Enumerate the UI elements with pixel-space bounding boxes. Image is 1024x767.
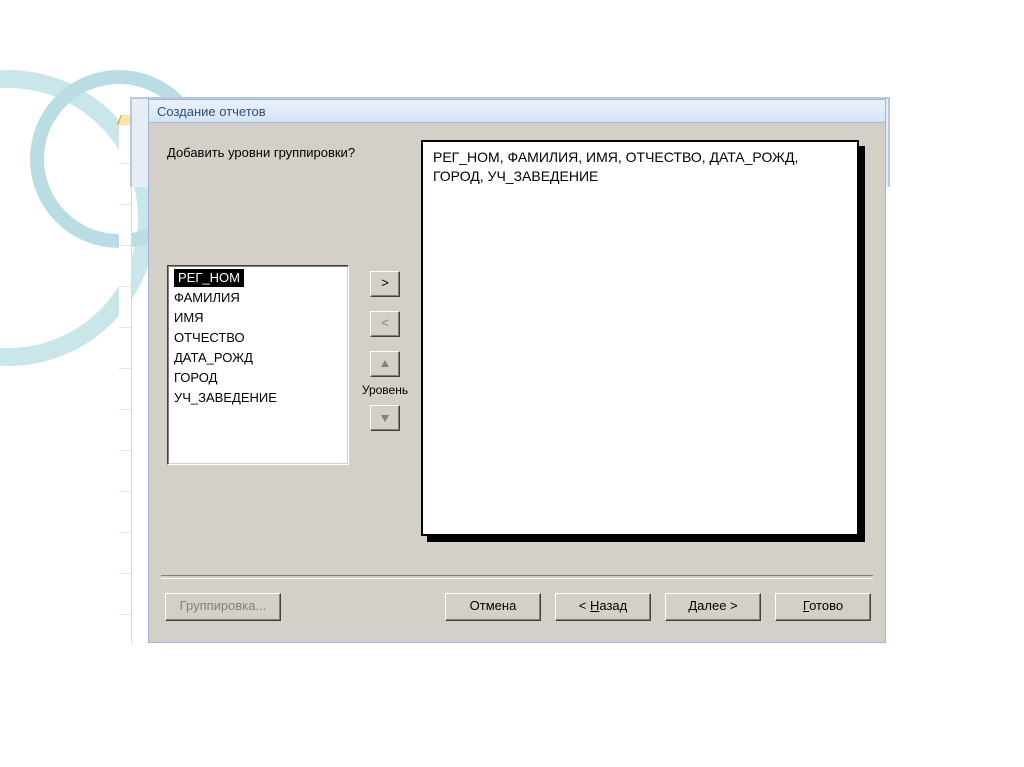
list-item[interactable]: ФАМИЛИЯ xyxy=(168,288,348,308)
list-item[interactable]: РЕГ_НОМ xyxy=(168,268,348,288)
grouping-preview-panel: РЕГ_НОМ, ФАМИЛИЯ, ИМЯ, ОТЧЕСТВО, ДАТА_РО… xyxy=(421,140,859,536)
back-button[interactable]: < Назад xyxy=(555,593,651,621)
list-item-label: ГОРОД xyxy=(174,370,217,385)
priority-up-button[interactable] xyxy=(370,351,400,377)
grouping-prompt: Добавить уровни группировки? xyxy=(167,145,355,160)
button-label: Готово xyxy=(803,598,843,613)
cancel-button[interactable]: Отмена xyxy=(445,593,541,621)
finish-button[interactable]: Готово xyxy=(775,593,871,621)
priority-label: Уровень xyxy=(355,383,415,397)
list-item-label: УЧ_ЗАВЕДЕНИЕ xyxy=(174,390,277,405)
grouping-options-button[interactable]: Группировка... xyxy=(165,593,281,621)
list-item-label: ФАМИЛИЯ xyxy=(174,290,240,305)
button-label: < Назад xyxy=(579,598,627,613)
window-titlebar: Создание отчетов xyxy=(148,99,886,123)
preview-text: РЕГ_НОМ, ФАМИЛИЯ, ИМЯ, ОТЧЕСТВО, ДАТА_РО… xyxy=(433,149,798,184)
button-label: Отмена xyxy=(470,598,517,613)
button-label: Далее > xyxy=(688,598,737,613)
list-item[interactable]: ИМЯ xyxy=(168,308,348,328)
list-item-label: ОТЧЕСТВО xyxy=(174,330,245,345)
chevron-right-icon: > xyxy=(381,275,389,290)
footer-separator xyxy=(161,575,873,579)
add-grouping-button[interactable]: > xyxy=(370,271,400,297)
remove-grouping-button[interactable]: < xyxy=(370,311,400,337)
priority-down-button[interactable] xyxy=(370,405,400,431)
button-label: Группировка... xyxy=(180,598,267,613)
list-item[interactable]: ОТЧЕСТВО xyxy=(168,328,348,348)
list-item[interactable]: ГОРОД xyxy=(168,368,348,388)
list-item[interactable]: УЧ_ЗАВЕДЕНИЕ xyxy=(168,388,348,408)
list-item-label: ДАТА_РОЖД xyxy=(174,350,253,365)
window-title: Создание отчетов xyxy=(157,104,266,119)
chevron-left-icon: < xyxy=(381,315,389,330)
available-fields-listbox[interactable]: РЕГ_НОМ ФАМИЛИЯ ИМЯ ОТЧЕСТВО ДАТА_РОЖД Г… xyxy=(167,265,349,465)
list-item[interactable]: ДАТА_РОЖД xyxy=(168,348,348,368)
arrow-down-icon xyxy=(380,413,390,423)
spreadsheet-sliver xyxy=(119,123,132,643)
next-button[interactable]: Далее > xyxy=(665,593,761,621)
list-item-label: ИМЯ xyxy=(174,310,204,325)
arrow-up-icon xyxy=(380,359,390,369)
report-wizard-dialog: Добавить уровни группировки? РЕГ_НОМ ФАМ… xyxy=(148,123,886,643)
list-item-label: РЕГ_НОМ xyxy=(174,269,244,287)
